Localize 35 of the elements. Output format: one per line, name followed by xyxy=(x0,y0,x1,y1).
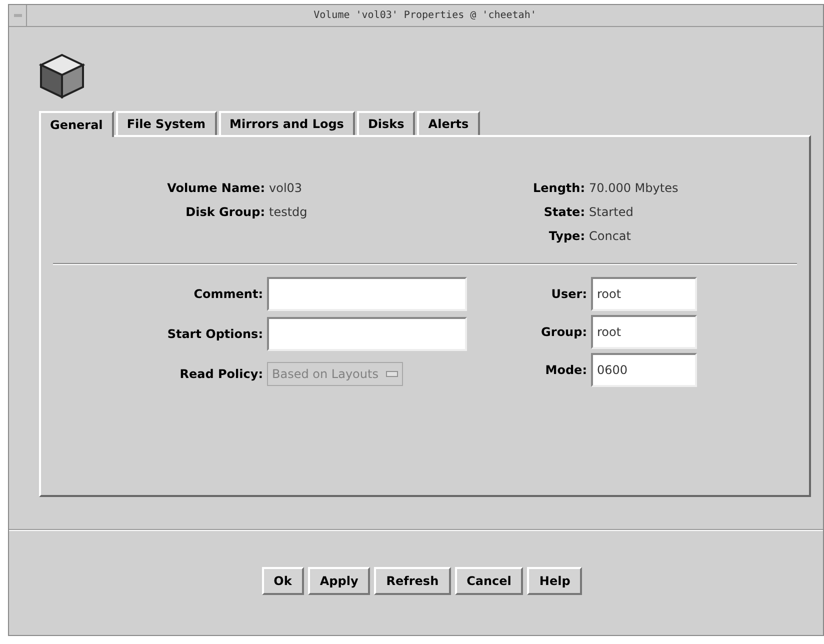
info-value: testdg xyxy=(269,204,308,221)
tab[interactable]: Disks xyxy=(356,111,416,135)
tab[interactable]: General xyxy=(39,111,114,137)
option-menu-icon xyxy=(386,371,398,377)
info-value: 70.000 Mbytes xyxy=(589,180,678,197)
field-label: Start Options: xyxy=(166,326,264,343)
tab[interactable]: File System xyxy=(116,111,217,135)
dialog-button[interactable]: Help xyxy=(527,567,582,595)
info-label: Length: xyxy=(532,180,586,197)
text-field[interactable]: root xyxy=(591,315,697,349)
text-field[interactable]: root xyxy=(591,277,697,311)
dialog-button[interactable]: Ok xyxy=(262,567,304,595)
text-field[interactable] xyxy=(267,277,467,311)
cube-icon xyxy=(39,53,85,99)
info-label: Disk Group: xyxy=(184,204,266,221)
text-field[interactable]: 0600 xyxy=(591,353,697,387)
info-value: Concat xyxy=(589,228,631,245)
field-label: Group: xyxy=(540,324,588,341)
info-label: Type: xyxy=(548,228,586,245)
field-label: Mode: xyxy=(544,362,588,379)
window-title: Volume 'vol03' Properties @ 'cheetah' xyxy=(312,9,538,23)
dialog-button[interactable]: Apply xyxy=(308,567,370,595)
field-label: Read Policy: xyxy=(178,366,264,383)
field-label: User: xyxy=(550,286,588,303)
menu-icon xyxy=(14,14,22,17)
dialog-button[interactable]: Cancel xyxy=(454,567,524,595)
field-label: Comment: xyxy=(192,286,264,303)
info-value: Started xyxy=(589,204,634,221)
tab[interactable]: Alerts xyxy=(417,111,480,135)
info-value: vol03 xyxy=(269,180,302,197)
info-label: Volume Name: xyxy=(166,180,266,197)
info-label: State: xyxy=(542,204,586,221)
text-field[interactable] xyxy=(267,317,467,351)
dialog-button[interactable]: Refresh xyxy=(374,567,451,595)
tab[interactable]: Mirrors and Logs xyxy=(218,111,355,135)
